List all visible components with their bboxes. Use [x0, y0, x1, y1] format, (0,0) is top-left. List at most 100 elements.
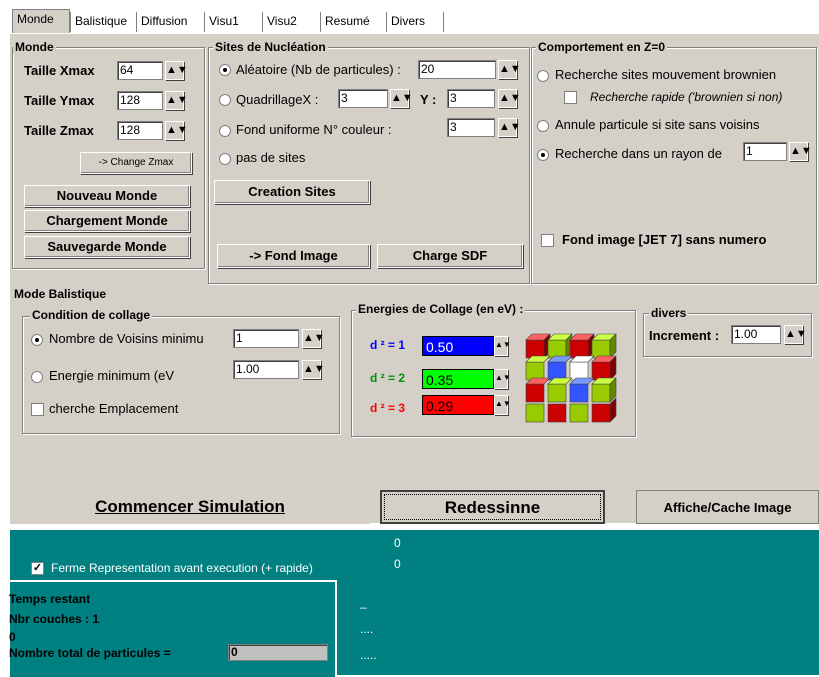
creation-sites-button[interactable]: Creation Sites — [214, 180, 370, 204]
d1-energy[interactable]: 0.50 — [422, 336, 494, 356]
fond-image-button[interactable]: -> Fond Image — [217, 244, 370, 268]
tab-bar: Monde Balistique Diffusion Visu1 Visu2 R… — [0, 0, 819, 34]
increment-spinner[interactable]: ▲▼ — [784, 325, 807, 344]
d3-label: d ² = 3 — [370, 401, 406, 415]
comportement-group-title: Comportement en Z=0 — [536, 40, 668, 54]
rayon-spinner[interactable]: ▲▼ — [789, 142, 812, 161]
ymax-spinner[interactable]: ▲▼ — [165, 91, 188, 110]
status-area: 0 0 ✓ Ferme Representation avant executi… — [9, 530, 819, 677]
comportement-group — [531, 47, 817, 284]
sites-group-title: Sites de Nucléation — [213, 40, 328, 54]
quad-y-spinner[interactable]: ▲▼ — [498, 89, 521, 108]
quad-x-spinner[interactable]: ▲▼ — [390, 89, 413, 108]
energie-spinner[interactable]: ▲▼ — [302, 360, 325, 379]
brownien-radio[interactable] — [537, 70, 549, 82]
ferme-representation-checkbox[interactable]: ✓ — [31, 562, 44, 575]
fond-jet-checkbox[interactable] — [541, 234, 554, 247]
zmax-spinner[interactable]: ▲▼ — [165, 121, 188, 140]
increment-input[interactable]: 1.00 — [731, 325, 781, 344]
status-zero-2: 0 — [394, 557, 401, 571]
fond-uniforme-label: Fond uniforme N° couleur : — [236, 122, 392, 137]
tab-resume[interactable]: Resumé — [320, 12, 384, 32]
condition-group-title: Condition de collage — [30, 308, 153, 322]
brownien-label: Recherche sites mouvement brownien — [555, 67, 777, 82]
balistique-title: Mode Balistique — [12, 287, 109, 301]
d1-label: d ² = 1 — [370, 338, 406, 352]
rayon-label: Recherche dans un rayon de — [555, 146, 722, 161]
energie-radio[interactable] — [31, 371, 43, 383]
energies-group-title: Energies de Collage (en eV) : — [356, 302, 526, 316]
energie-label: Energie minimum (eV — [49, 368, 174, 383]
status-dots-1: .... — [360, 622, 374, 636]
recherche-rapide-label: Recherche rapide ('brownien si non) — [590, 90, 783, 104]
divers-group-title: divers — [649, 306, 689, 320]
tab-balistique[interactable]: Balistique — [70, 12, 136, 32]
d2-energy[interactable]: 0.35 — [422, 369, 494, 389]
zmax-input[interactable]: 128 — [117, 121, 163, 140]
voisins-spinner[interactable]: ▲▼ — [302, 329, 325, 348]
zmax-label: Taille Zmax — [24, 123, 94, 138]
quad-y-input[interactable]: 3 — [447, 89, 495, 108]
total-particules-label: Nombre total de particules = — [9, 646, 171, 660]
energie-input[interactable]: 1.00 — [233, 360, 299, 379]
ferme-representation-label: Ferme Representation avant execution (+ … — [51, 561, 313, 575]
recherche-rapide-checkbox[interactable] — [564, 91, 577, 104]
d1-spinner[interactable]: ▲▼ — [494, 336, 511, 356]
fond-uniforme-input[interactable]: 3 — [447, 118, 495, 137]
charge-sdf-button[interactable]: Charge SDF — [377, 244, 523, 268]
nouveau-monde-button[interactable]: Nouveau Monde — [24, 185, 190, 207]
xmax-input[interactable]: 64 — [117, 61, 163, 80]
annule-radio[interactable] — [537, 120, 549, 132]
nbr-couches-label: Nbr couches : 1 — [9, 612, 100, 626]
tab-monde[interactable]: Monde — [12, 9, 70, 34]
status-info-box: Temps restant Nbr couches : 1 0 Nombre t… — [9, 580, 337, 677]
pas-de-sites-radio[interactable] — [219, 153, 231, 165]
status-dash: _ — [360, 595, 367, 609]
ymax-input[interactable]: 128 — [117, 91, 163, 110]
cherche-emplacement-checkbox[interactable] — [31, 403, 44, 416]
rayon-radio[interactable] — [537, 149, 549, 161]
d2-spinner[interactable]: ▲▼ — [494, 369, 511, 389]
affiche-cache-image-button[interactable]: Affiche/Cache Image — [636, 490, 819, 524]
d3-spinner[interactable]: ▲▼ — [494, 395, 511, 415]
status-dots-2: ..... — [360, 648, 377, 662]
status-zero-3: 0 — [9, 630, 16, 644]
monde-group-title: Monde — [13, 40, 56, 54]
cube-cluster-icon — [525, 333, 617, 423]
change-zmax-button[interactable]: -> Change Zmax — [80, 152, 192, 174]
redessinne-button[interactable]: Redessinne — [380, 490, 605, 524]
tab-visu1[interactable]: Visu1 — [204, 12, 254, 32]
status-zero-1: 0 — [394, 536, 401, 550]
fond-uniforme-spinner[interactable]: ▲▼ — [498, 118, 521, 137]
tab-visu2[interactable]: Visu2 — [262, 12, 316, 32]
sauvegarde-monde-button[interactable]: Sauvegarde Monde — [24, 236, 190, 258]
voisins-label: Nombre de Voisins minimu — [49, 331, 204, 346]
tab-divers[interactable]: Divers — [386, 12, 444, 32]
xmax-spinner[interactable]: ▲▼ — [165, 61, 188, 80]
d3-energy[interactable]: 0.29 — [422, 395, 494, 415]
cherche-emplacement-label: cherche Emplacement — [49, 401, 179, 416]
aleatoire-radio[interactable] — [219, 64, 231, 76]
aleatoire-spinner[interactable]: ▲▼ — [498, 60, 521, 79]
xmax-label: Taille Xmax — [24, 63, 95, 78]
rayon-input[interactable]: 1 — [743, 142, 787, 161]
d2-label: d ² = 2 — [370, 371, 406, 385]
voisins-radio[interactable] — [31, 334, 43, 346]
chargement-monde-button[interactable]: Chargement Monde — [24, 210, 190, 232]
pas-de-sites-label: pas de sites — [236, 150, 306, 165]
quadrillage-radio[interactable] — [219, 94, 231, 106]
voisins-input[interactable]: 1 — [233, 329, 299, 348]
aleatoire-label: Aléatoire (Nb de particules) : — [236, 62, 401, 77]
commencer-simulation-button[interactable]: Commencer Simulation — [10, 490, 370, 524]
tab-diffusion[interactable]: Diffusion — [136, 12, 200, 32]
fond-uniforme-radio[interactable] — [219, 125, 231, 137]
total-particules-value: 0 — [228, 644, 328, 661]
aleatoire-input[interactable]: 20 — [418, 60, 496, 79]
increment-label: Increment : — [649, 328, 720, 343]
quadrillage-label: QuadrillageX : — [236, 92, 319, 107]
quad-y-label: Y : — [420, 92, 437, 107]
fond-jet-label: Fond image [JET 7] sans numero — [562, 232, 767, 247]
ymax-label: Taille Ymax — [24, 93, 95, 108]
temps-restant-label: Temps restant — [9, 592, 91, 606]
quad-x-input[interactable]: 3 — [338, 89, 388, 108]
